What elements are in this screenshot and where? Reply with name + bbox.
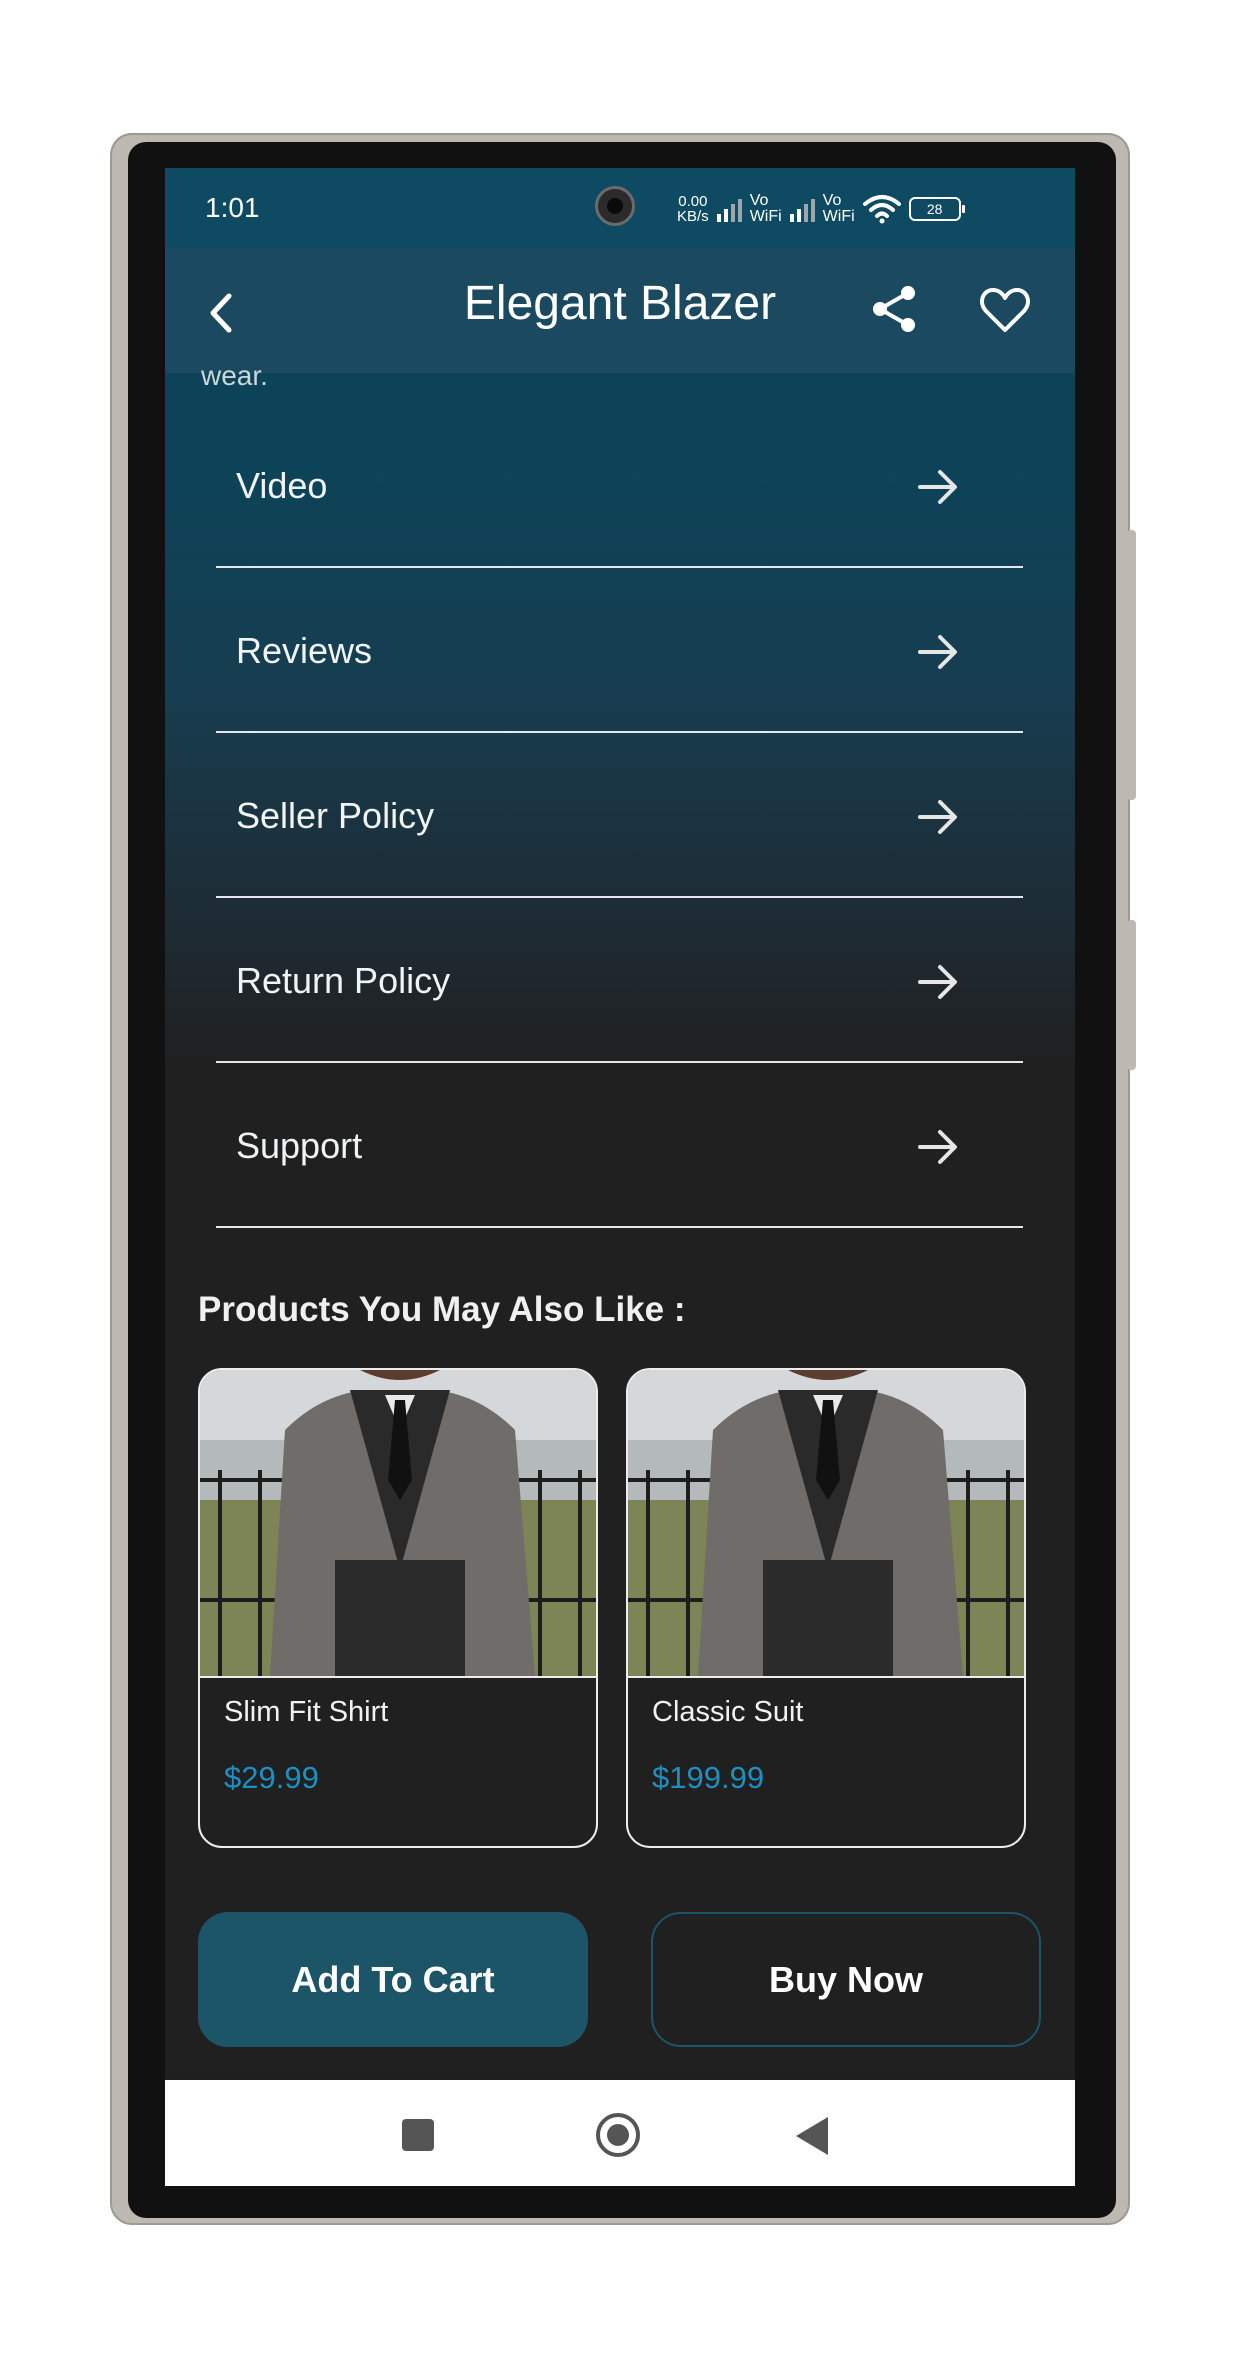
menu-item-video[interactable]: Video <box>216 403 1023 568</box>
product-info: Classic Suit $199.99 <box>628 1676 1024 1846</box>
arrow-right-icon <box>918 800 957 834</box>
net-speed-unit: KB/s <box>677 208 709 225</box>
menu-item-reviews[interactable]: Reviews <box>216 568 1023 733</box>
menu-item-label: Video <box>236 465 328 506</box>
arrow-right-icon <box>918 635 957 669</box>
add-to-cart-button[interactable]: Add To Cart <box>198 1912 588 2047</box>
product-info: Slim Fit Shirt $29.99 <box>200 1676 596 1846</box>
share-icon[interactable] <box>870 284 918 334</box>
menu-item-seller-policy[interactable]: Seller Policy <box>216 733 1023 898</box>
heart-icon[interactable] <box>979 286 1031 334</box>
arrow-right-icon <box>918 965 957 999</box>
product-price: $199.99 <box>652 1760 765 1795</box>
net-speed-value: 0.00 <box>678 193 708 210</box>
description-text: wear. <box>201 360 268 391</box>
menu-item-label: Seller Policy <box>236 795 435 836</box>
related-products-title: Products You May Also Like : <box>198 1290 686 1329</box>
status-icons: 0.00 KB/s Vo WiFi Vo WiFi 28 <box>677 192 965 226</box>
volume-button <box>1127 920 1136 1070</box>
wifi-icon <box>862 195 901 224</box>
menu-item-label: Support <box>236 1125 363 1166</box>
camera-cutout <box>595 186 635 226</box>
status-time: 1:01 <box>205 192 260 223</box>
product-name: Classic Suit <box>652 1696 804 1728</box>
product-card[interactable]: Classic Suit $199.99 <box>626 1368 1026 1848</box>
product-image <box>200 1370 596 1676</box>
home-icon[interactable] <box>595 2112 641 2158</box>
arrow-right-icon <box>918 1130 957 1164</box>
menu-item-support[interactable]: Support <box>216 1063 1023 1228</box>
menu-item-label: Return Policy <box>236 960 451 1001</box>
product-name: Slim Fit Shirt <box>224 1696 389 1728</box>
menu-item-return-policy[interactable]: Return Policy <box>216 898 1023 1063</box>
page-title: Elegant Blazer <box>463 277 777 330</box>
product-price: $29.99 <box>224 1760 319 1795</box>
product-photo <box>200 1370 596 1676</box>
vowifi-label: Vo WiFi <box>749 192 782 225</box>
net-speed: 0.00 KB/s <box>677 194 709 224</box>
app-bar: Elegant Blazer <box>165 248 1075 373</box>
menu-item-label: Reviews <box>236 630 373 671</box>
product-card[interactable]: Slim Fit Shirt $29.99 <box>198 1368 598 1848</box>
product-photo <box>628 1370 1024 1676</box>
signal-icon <box>716 196 742 222</box>
power-button <box>1127 530 1136 800</box>
back-triangle-icon[interactable] <box>794 2115 830 2157</box>
system-nav-bar <box>165 2080 1075 2186</box>
arrow-right-icon <box>918 470 957 504</box>
recents-icon[interactable] <box>402 2119 434 2151</box>
vowifi-label: Vo WiFi <box>822 192 855 225</box>
signal-icon <box>789 196 815 222</box>
status-bar: 1:01 0.00 KB/s Vo WiFi Vo WiFi 28 <box>165 168 1075 248</box>
battery-icon: 28 <box>908 197 965 221</box>
screen: 1:01 0.00 KB/s Vo WiFi Vo WiFi 28 Elegan… <box>165 168 1075 2186</box>
product-image <box>628 1370 1024 1676</box>
buy-now-button[interactable]: Buy Now <box>651 1912 1041 2047</box>
